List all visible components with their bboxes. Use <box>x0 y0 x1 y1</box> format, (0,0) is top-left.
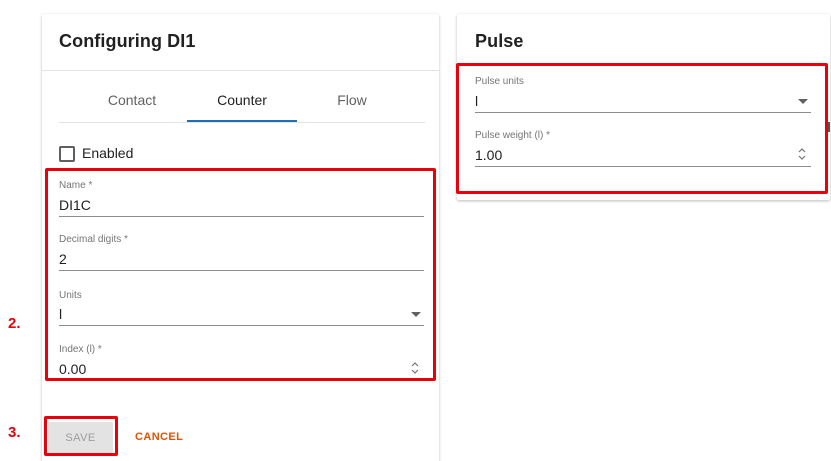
tab-contact[interactable]: Contact <box>77 92 187 108</box>
enabled-checkbox[interactable] <box>59 146 75 162</box>
title-divider <box>42 70 439 71</box>
step-2-label: 2. <box>8 315 21 332</box>
pulse-title: Pulse <box>475 31 524 51</box>
edge-mark <box>828 122 830 132</box>
tab-counter[interactable]: Counter <box>187 92 297 108</box>
cancel-button[interactable]: CANCEL <box>135 431 183 443</box>
card-title: Configuring DI1 <box>59 31 196 51</box>
save-button-highlight <box>44 416 118 456</box>
tab-flow[interactable]: Flow <box>297 92 407 108</box>
enabled-label: Enabled <box>82 145 134 161</box>
tabs-divider <box>59 122 425 123</box>
pulse-fields-highlight <box>456 63 828 194</box>
counter-fields-highlight <box>45 168 436 381</box>
step-3-label: 3. <box>8 424 21 441</box>
